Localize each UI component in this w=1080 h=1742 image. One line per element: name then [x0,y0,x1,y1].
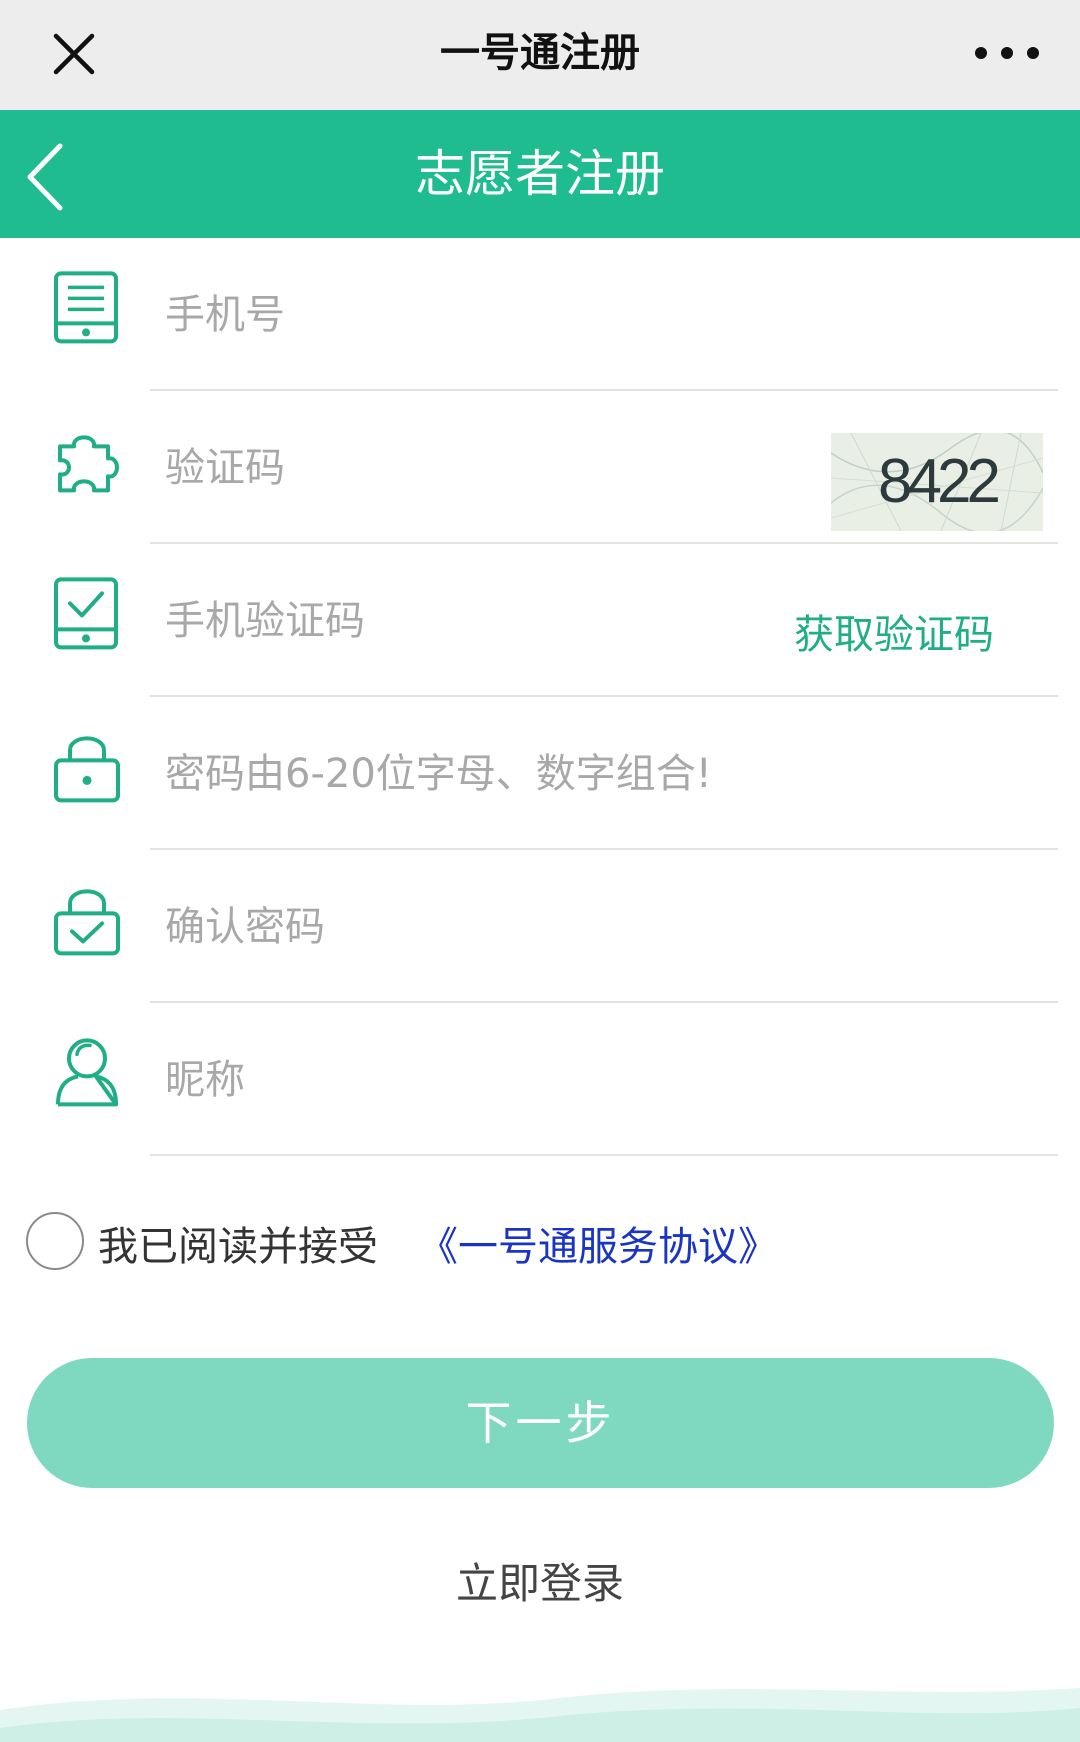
confirm-password-row [0,850,1080,1003]
top-bar: 一号通注册 [0,0,1080,110]
puzzle-icon [58,434,119,492]
lock-icon [54,736,120,802]
phone-check-icon [54,576,118,649]
captcha-image[interactable]: 8422 [831,433,1043,531]
next-button[interactable]: 下一步 [27,1358,1054,1488]
registration-form: 8422 获取验证码 [0,238,1080,1156]
sms-code-input[interactable] [165,586,725,656]
more-dots-icon[interactable] [974,38,1040,68]
lock-check-icon [54,889,120,955]
phone-input[interactable] [165,280,785,350]
agreement-link[interactable]: 《一号通服务协议》 [418,1214,778,1272]
phone-row [0,238,1080,391]
page-title: 志愿者注册 [415,145,665,203]
captcha-input[interactable] [165,433,605,503]
get-code-button[interactable]: 获取验证码 [794,602,994,660]
decorative-wave [0,1688,1080,1742]
sms-row: 获取验证码 [0,544,1080,697]
captcha-row: 8422 [0,391,1080,544]
window-title: 一号通注册 [440,30,640,76]
agreement-text: 我已阅读并接受 [98,1224,378,1270]
password-input[interactable] [165,739,965,809]
captcha-code: 8422 [878,447,1001,516]
nickname-input[interactable] [165,1045,785,1115]
nickname-row [0,1003,1080,1156]
agreement-radio[interactable] [26,1212,84,1270]
user-icon [56,1037,118,1106]
divider [150,1154,1058,1156]
page-header: 志愿者注册 [0,110,1080,238]
phone-icon [54,270,118,343]
confirm-password-input[interactable] [165,892,785,962]
password-row [0,697,1080,850]
page: 一号通注册 志愿者注册 手机号 验证码 8422 手机验证码 获取验证码 昵称 … [0,0,1080,1742]
login-link[interactable]: 立即登录 [0,1550,1080,1611]
